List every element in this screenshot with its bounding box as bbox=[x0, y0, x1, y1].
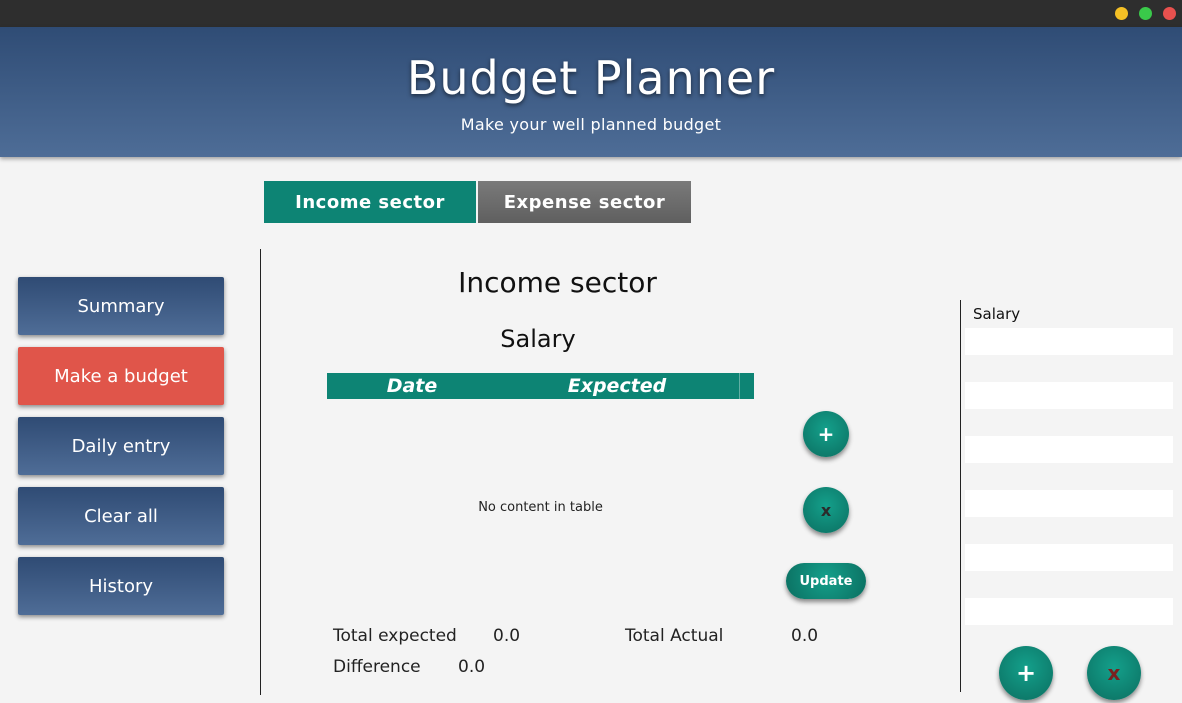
list-item[interactable] bbox=[965, 355, 1173, 382]
summary-button[interactable]: Summary bbox=[18, 277, 224, 335]
right-divider bbox=[960, 300, 961, 692]
total-expected-label: Total expected bbox=[333, 626, 457, 646]
difference-value: 0.0 bbox=[458, 657, 486, 677]
column-divider bbox=[739, 373, 740, 399]
app-title: Budget Planner bbox=[406, 51, 776, 105]
list-item[interactable] bbox=[965, 436, 1173, 463]
section-title: Income sector bbox=[458, 266, 657, 299]
tab-expense-sector[interactable]: Expense sector bbox=[478, 181, 691, 223]
window-titlebar bbox=[0, 0, 1182, 27]
tab-income-sector[interactable]: Income sector bbox=[264, 181, 476, 223]
app-header: Budget Planner Make your well planned bu… bbox=[0, 27, 1182, 157]
history-button[interactable]: History bbox=[18, 557, 224, 615]
list-item[interactable] bbox=[965, 517, 1173, 544]
add-row-button[interactable]: + bbox=[803, 411, 849, 457]
make-budget-button[interactable]: Make a budget bbox=[18, 347, 224, 405]
delete-row-button[interactable]: x bbox=[803, 487, 849, 533]
list-item[interactable] bbox=[965, 382, 1173, 409]
maximize-button[interactable] bbox=[1139, 7, 1152, 20]
list-item[interactable] bbox=[965, 409, 1173, 436]
delete-category-button[interactable]: x bbox=[1087, 646, 1141, 700]
list-item[interactable] bbox=[965, 571, 1173, 598]
category-list[interactable]: Salary bbox=[965, 301, 1173, 625]
difference-label: Difference bbox=[333, 657, 421, 677]
clear-all-button[interactable]: Clear all bbox=[18, 487, 224, 545]
minimize-button[interactable] bbox=[1115, 7, 1128, 20]
list-item[interactable] bbox=[965, 598, 1173, 625]
list-item[interactable] bbox=[965, 490, 1173, 517]
income-table-header: Date Expected bbox=[327, 373, 754, 399]
column-header-expected[interactable]: Expected bbox=[517, 373, 717, 399]
category-title: Salary bbox=[500, 325, 576, 353]
list-item[interactable] bbox=[965, 544, 1173, 571]
total-actual-label: Total Actual bbox=[625, 626, 724, 646]
update-button[interactable]: Update bbox=[786, 563, 866, 599]
total-expected-value: 0.0 bbox=[493, 626, 521, 646]
total-actual-value: 0.0 bbox=[791, 626, 819, 646]
table-empty-message: No content in table bbox=[478, 500, 603, 515]
daily-entry-button[interactable]: Daily entry bbox=[18, 417, 224, 475]
list-item[interactable]: Salary bbox=[965, 301, 1173, 328]
left-divider bbox=[260, 249, 261, 695]
column-header-date[interactable]: Date bbox=[327, 373, 497, 399]
add-category-button[interactable]: + bbox=[999, 646, 1053, 700]
app-subtitle: Make your well planned budget bbox=[460, 115, 722, 134]
list-item[interactable] bbox=[965, 463, 1173, 490]
list-item[interactable] bbox=[965, 328, 1173, 355]
close-window-button[interactable] bbox=[1163, 7, 1176, 20]
